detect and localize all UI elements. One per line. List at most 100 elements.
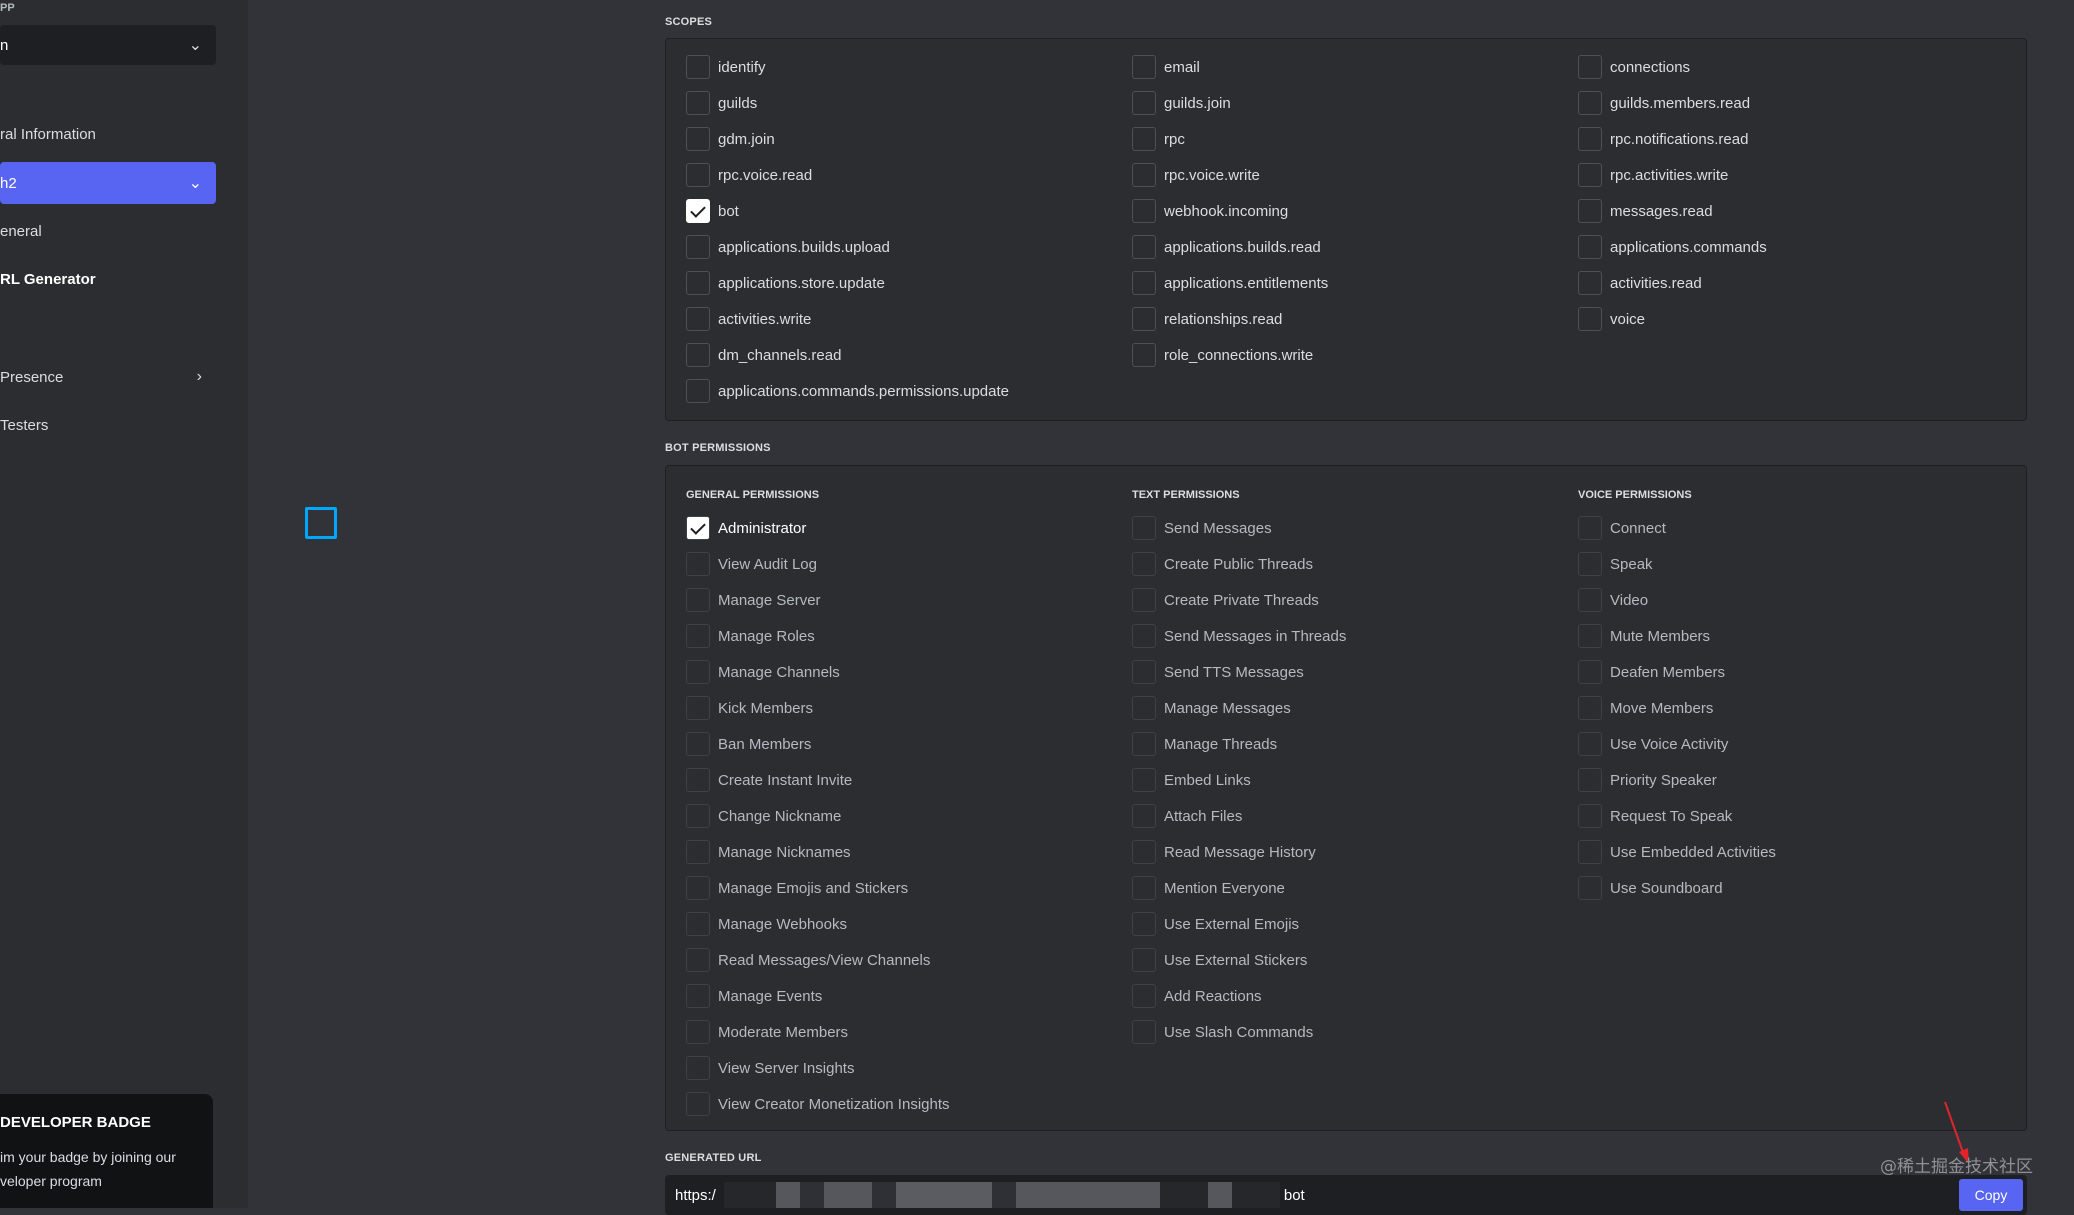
checkbox[interactable]	[1132, 984, 1156, 1008]
permission-option-use-external-stickers[interactable]: Use External Stickers	[1132, 942, 1346, 978]
scope-option-rpc-notifications-read[interactable]: rpc.notifications.read	[1578, 121, 1767, 157]
checkbox[interactable]	[1132, 696, 1156, 720]
checkbox[interactable]	[1578, 163, 1602, 187]
checkbox[interactable]	[1132, 91, 1156, 115]
scope-option-rpc-activities-write[interactable]: rpc.activities.write	[1578, 157, 1767, 193]
checkbox[interactable]	[1578, 127, 1602, 151]
checkbox[interactable]	[1132, 876, 1156, 900]
permission-option-use-voice-activity[interactable]: Use Voice Activity	[1578, 726, 1776, 762]
scope-option-applications-commands[interactable]: applications.commands	[1578, 229, 1767, 265]
permission-option-send-tts-messages[interactable]: Send TTS Messages	[1132, 654, 1346, 690]
scope-option-guilds[interactable]: guilds	[686, 85, 1009, 121]
checkbox[interactable]	[686, 1020, 710, 1044]
checkbox[interactable]	[1132, 163, 1156, 187]
scope-option-bot[interactable]: bot	[686, 193, 1009, 229]
permission-option-send-messages[interactable]: Send Messages	[1132, 510, 1346, 546]
checkbox[interactable]	[1578, 624, 1602, 648]
permission-option-embed-links[interactable]: Embed Links	[1132, 762, 1346, 798]
checkbox[interactable]	[686, 804, 710, 828]
checkbox[interactable]	[1132, 624, 1156, 648]
permission-option-administrator[interactable]: Administrator	[686, 510, 950, 546]
scope-option-activities-write[interactable]: activities.write	[686, 301, 1009, 337]
permission-option-mute-members[interactable]: Mute Members	[1578, 618, 1776, 654]
permission-option-request-to-speak[interactable]: Request To Speak	[1578, 798, 1776, 834]
checkbox[interactable]	[686, 948, 710, 972]
checkbox[interactable]	[1578, 876, 1602, 900]
permission-option-create-instant-invite[interactable]: Create Instant Invite	[686, 762, 950, 798]
permission-option-manage-nicknames[interactable]: Manage Nicknames	[686, 834, 950, 870]
permission-option-ban-members[interactable]: Ban Members	[686, 726, 950, 762]
checkbox[interactable]	[686, 876, 710, 900]
permission-option-manage-channels[interactable]: Manage Channels	[686, 654, 950, 690]
checkbox[interactable]	[686, 696, 710, 720]
app-select[interactable]: n ⌄	[0, 25, 216, 65]
sidebar-item-general-information[interactable]: ral Information	[0, 113, 216, 155]
checkbox[interactable]	[686, 91, 710, 115]
scope-option-rpc[interactable]: rpc	[1132, 121, 1328, 157]
scope-option-applications-builds-read[interactable]: applications.builds.read	[1132, 229, 1328, 265]
permission-option-move-members[interactable]: Move Members	[1578, 690, 1776, 726]
permission-option-kick-members[interactable]: Kick Members	[686, 690, 950, 726]
checkbox[interactable]	[686, 840, 710, 864]
permission-option-view-creator-monetization-insights[interactable]: View Creator Monetization Insights	[686, 1086, 950, 1122]
permission-option-connect[interactable]: Connect	[1578, 510, 1776, 546]
permission-option-deafen-members[interactable]: Deafen Members	[1578, 654, 1776, 690]
permission-option-video[interactable]: Video	[1578, 582, 1776, 618]
scope-option-rpc-voice-read[interactable]: rpc.voice.read	[686, 157, 1009, 193]
checkbox[interactable]	[1132, 768, 1156, 792]
checkbox[interactable]	[1578, 516, 1602, 540]
checkbox[interactable]	[1132, 804, 1156, 828]
checkbox[interactable]	[1578, 588, 1602, 612]
permission-option-read-message-history[interactable]: Read Message History	[1132, 834, 1346, 870]
scope-option-activities-read[interactable]: activities.read	[1578, 265, 1767, 301]
sidebar-item-rich-presence[interactable]: Presence ›	[0, 356, 216, 398]
permission-option-priority-speaker[interactable]: Priority Speaker	[1578, 762, 1776, 798]
sidebar-item-oauth2[interactable]: h2 ⌄	[0, 162, 216, 204]
checkbox[interactable]	[686, 163, 710, 187]
checkbox[interactable]	[1578, 235, 1602, 259]
permission-option-read-messages-view-channels[interactable]: Read Messages/View Channels	[686, 942, 950, 978]
permission-option-manage-server[interactable]: Manage Server	[686, 582, 950, 618]
checkbox[interactable]	[1132, 912, 1156, 936]
permission-option-create-private-threads[interactable]: Create Private Threads	[1132, 582, 1346, 618]
sidebar-item-url-generator[interactable]: RL Generator	[0, 258, 216, 300]
checkbox[interactable]	[686, 552, 710, 576]
scope-option-guilds-join[interactable]: guilds.join	[1132, 85, 1328, 121]
checkbox[interactable]	[1132, 552, 1156, 576]
scope-option-messages-read[interactable]: messages.read	[1578, 193, 1767, 229]
checkbox[interactable]	[1132, 55, 1156, 79]
checkbox[interactable]	[1578, 91, 1602, 115]
permission-option-use-slash-commands[interactable]: Use Slash Commands	[1132, 1014, 1346, 1050]
checkbox[interactable]	[686, 984, 710, 1008]
checkbox[interactable]	[686, 660, 710, 684]
scope-option-dm-channels-read[interactable]: dm_channels.read	[686, 337, 1009, 373]
scope-option-email[interactable]: email	[1132, 49, 1328, 85]
checkbox[interactable]	[1132, 127, 1156, 151]
developer-badge-card[interactable]: DEVELOPER BADGE im your badge by joining…	[0, 1094, 213, 1208]
generated-url-field[interactable]: https:/ bot Copy	[665, 1175, 2027, 1215]
scope-option-gdm-join[interactable]: gdm.join	[686, 121, 1009, 157]
permission-option-view-audit-log[interactable]: View Audit Log	[686, 546, 950, 582]
scope-option-applications-builds-upload[interactable]: applications.builds.upload	[686, 229, 1009, 265]
checkbox-checked[interactable]	[686, 516, 710, 540]
checkbox[interactable]	[686, 1092, 710, 1116]
permission-option-send-messages-in-threads[interactable]: Send Messages in Threads	[1132, 618, 1346, 654]
checkbox[interactable]	[686, 912, 710, 936]
scope-option-relationships-read[interactable]: relationships.read	[1132, 301, 1328, 337]
checkbox[interactable]	[686, 588, 710, 612]
checkbox[interactable]	[1132, 840, 1156, 864]
checkbox[interactable]	[686, 55, 710, 79]
permission-option-mention-everyone[interactable]: Mention Everyone	[1132, 870, 1346, 906]
scope-option-role-connections-write[interactable]: role_connections.write	[1132, 337, 1328, 373]
checkbox[interactable]	[1132, 199, 1156, 223]
scope-option-identify[interactable]: identify	[686, 49, 1009, 85]
permission-option-manage-webhooks[interactable]: Manage Webhooks	[686, 906, 950, 942]
permission-option-manage-threads[interactable]: Manage Threads	[1132, 726, 1346, 762]
sidebar-item-app-testers[interactable]: Testers	[0, 404, 216, 446]
checkbox[interactable]	[1132, 516, 1156, 540]
checkbox[interactable]	[1578, 696, 1602, 720]
permission-option-use-soundboard[interactable]: Use Soundboard	[1578, 870, 1776, 906]
checkbox[interactable]	[1132, 235, 1156, 259]
checkbox[interactable]	[686, 732, 710, 756]
checkbox[interactable]	[1578, 804, 1602, 828]
